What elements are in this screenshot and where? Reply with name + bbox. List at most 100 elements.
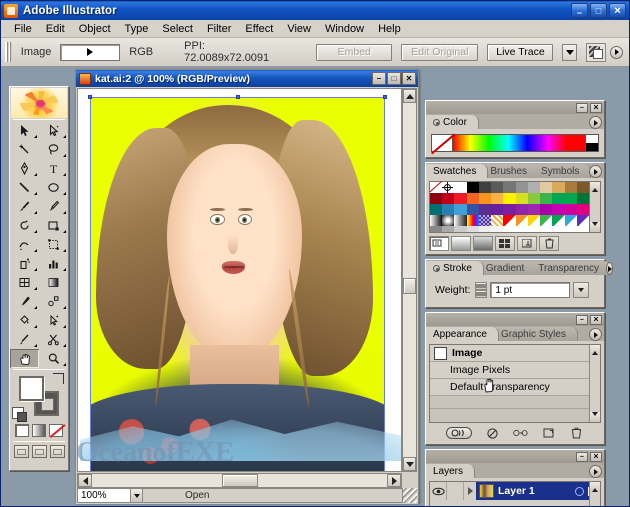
collapse-button[interactable]: – — [576, 452, 588, 462]
document-maximize-button[interactable]: □ — [387, 72, 401, 85]
rotate-tool[interactable] — [10, 216, 39, 235]
swatch-cell[interactable] — [516, 215, 528, 226]
swatch-cell[interactable] — [491, 182, 503, 193]
swatches-panel-menu-button[interactable] — [589, 165, 602, 178]
menu-type[interactable]: Type — [118, 22, 156, 36]
swatch-cell[interactable] — [467, 182, 479, 193]
gradient-mode-button[interactable] — [32, 424, 46, 437]
swatch-cell[interactable] — [442, 215, 454, 226]
swatch-cell[interactable] — [528, 215, 540, 226]
swatch-cell[interactable] — [503, 182, 515, 193]
swatch-cell[interactable] — [552, 226, 564, 232]
swatch-cell[interactable] — [467, 204, 479, 215]
duplicate-item-button[interactable] — [541, 427, 556, 440]
swatches-grid[interactable] — [429, 181, 590, 233]
swatch-cell[interactable] — [552, 215, 564, 226]
swatch-cell[interactable] — [540, 193, 552, 204]
live-trace-button[interactable]: Live Trace — [487, 44, 553, 61]
live-paint-selection-tool[interactable] — [39, 311, 68, 330]
swatches-scrollbar[interactable] — [590, 181, 601, 233]
tab-transparency[interactable]: Transparency — [531, 261, 611, 275]
standard-screen-mode[interactable] — [14, 445, 29, 458]
swatch-cell[interactable] — [491, 226, 503, 232]
live-trace-options-button[interactable] — [562, 44, 577, 61]
horizontal-scroll-thumb[interactable] — [222, 474, 258, 487]
layers-panel-titlebar[interactable]: – ✕ — [426, 450, 604, 463]
menu-object[interactable]: Object — [72, 22, 118, 36]
status-text[interactable]: Open — [143, 488, 403, 503]
magic-wand-tool[interactable] — [10, 140, 39, 159]
show-swatch-kinds-button[interactable] — [495, 236, 515, 251]
scale-tool[interactable] — [39, 216, 68, 235]
menu-effect[interactable]: Effect — [238, 22, 280, 36]
white-black-swatches[interactable] — [586, 134, 599, 152]
menu-help[interactable]: Help — [371, 22, 408, 36]
swatch-cell[interactable] — [528, 226, 540, 232]
layer-lock-toggle[interactable] — [447, 482, 464, 500]
swatch-cell[interactable] — [454, 215, 466, 226]
zoom-level-dropdown-button[interactable] — [131, 488, 143, 503]
appearance-list[interactable]: Image Image Pixels Default Transparency — [429, 344, 601, 423]
swatch-cell[interactable] — [479, 215, 491, 226]
full-screen-mode[interactable] — [50, 445, 65, 458]
control-bar-grip[interactable] — [5, 42, 12, 62]
swatch-cell[interactable] — [577, 215, 589, 226]
swatch-cell[interactable] — [577, 226, 589, 232]
canvas-vertical-scrollbar[interactable] — [402, 88, 417, 472]
tab-swatches[interactable]: Swatches — [426, 164, 488, 178]
layer-target-indicator[interactable] — [575, 487, 584, 496]
close-panel-button[interactable]: ✕ — [590, 103, 602, 113]
vertical-scroll-thumb[interactable] — [403, 278, 416, 294]
delete-item-button[interactable] — [569, 427, 584, 440]
layer-expand-toggle[interactable] — [464, 482, 476, 500]
scroll-right-button[interactable] — [387, 474, 401, 487]
zoom-level-input[interactable]: 100% — [77, 488, 131, 503]
swatch-cell[interactable] — [565, 215, 577, 226]
swatch-cell[interactable] — [503, 193, 515, 204]
swatch-cell[interactable] — [516, 226, 528, 232]
scroll-down-button[interactable] — [403, 457, 416, 471]
swap-fill-stroke-icon[interactable] — [53, 373, 64, 384]
paintbrush-tool[interactable] — [10, 197, 39, 216]
swatch-cell[interactable] — [577, 193, 589, 204]
pencil-tool[interactable] — [39, 197, 68, 216]
color-panel-titlebar[interactable]: – ✕ — [426, 101, 604, 114]
scissors-tool[interactable] — [39, 330, 68, 349]
tab-appearance[interactable]: Appearance — [426, 327, 499, 341]
swatch-cell[interactable] — [540, 204, 552, 215]
swatch-cell[interactable] — [479, 226, 491, 232]
swatch-cell[interactable] — [516, 193, 528, 204]
swatch-cell[interactable] — [516, 204, 528, 215]
appearance-panel-titlebar[interactable]: – ✕ — [426, 313, 604, 326]
appearance-row-default-transparency[interactable]: Default Transparency — [430, 379, 600, 396]
gradient-tool[interactable] — [39, 273, 68, 292]
edit-original-button[interactable]: Edit Original — [401, 44, 478, 61]
layer-row-layer-1[interactable]: Layer 1 — [430, 482, 600, 500]
ellipse-tool[interactable] — [39, 178, 68, 197]
swatch-cell[interactable] — [454, 204, 466, 215]
layer-visibility-toggle[interactable] — [430, 482, 447, 500]
stroke-panel-menu-button[interactable] — [606, 262, 613, 275]
tab-color[interactable]: Color — [426, 115, 479, 129]
swatch-cell[interactable] — [430, 215, 442, 226]
swatch-cell[interactable] — [516, 182, 528, 193]
live-paint-bucket-tool[interactable] — [10, 311, 39, 330]
resize-grip[interactable] — [403, 488, 417, 503]
close-button[interactable]: ✕ — [609, 3, 626, 18]
scroll-up-button[interactable] — [590, 182, 600, 192]
layer-name[interactable]: Layer 1 — [498, 485, 535, 497]
pen-tool[interactable] — [10, 159, 39, 178]
tab-stroke[interactable]: Stroke — [426, 261, 484, 275]
stepper-down-button[interactable] — [475, 290, 487, 298]
collapse-button[interactable]: – — [576, 315, 588, 325]
swatch-cell[interactable] — [442, 226, 454, 232]
scroll-up-button[interactable] — [403, 89, 416, 103]
stroke-weight-dropdown-button[interactable] — [573, 282, 589, 298]
clear-appearance-button[interactable] — [485, 427, 500, 440]
new-swatch-button[interactable] — [517, 236, 537, 251]
swatch-cell[interactable] — [491, 204, 503, 215]
swatch-cell[interactable] — [577, 182, 589, 193]
appearance-panel-menu-button[interactable] — [589, 328, 602, 341]
swatch-cell[interactable] — [479, 204, 491, 215]
selection-tool[interactable] — [10, 121, 39, 140]
